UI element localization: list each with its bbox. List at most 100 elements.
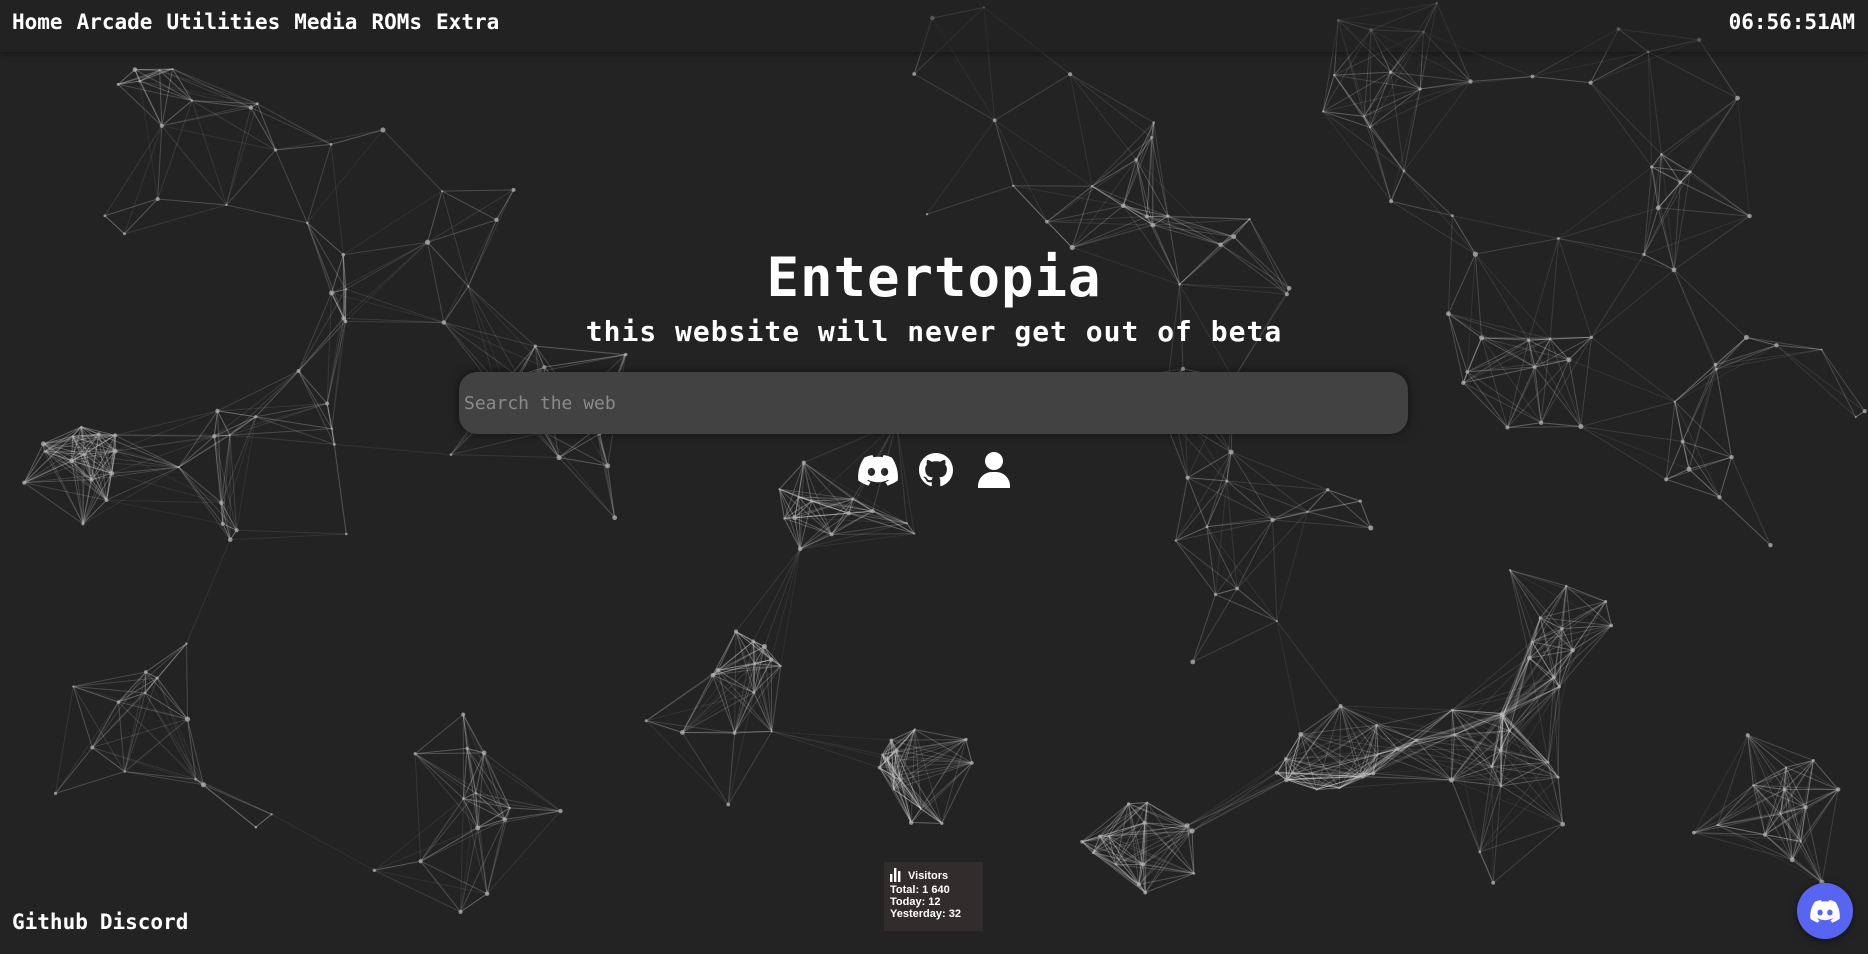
network-node xyxy=(1402,169,1406,173)
network-node xyxy=(1779,812,1782,816)
network-line xyxy=(1451,779,1563,825)
nav-extra-link[interactable]: Extra xyxy=(436,10,499,34)
network-node xyxy=(53,791,58,795)
network-node xyxy=(542,365,547,370)
footer-discord-link[interactable]: Discord xyxy=(100,910,189,934)
network-line xyxy=(156,677,204,786)
network-node xyxy=(1714,367,1718,371)
network-line xyxy=(450,454,560,459)
network-line xyxy=(92,747,125,772)
network-node xyxy=(144,670,148,674)
network-line xyxy=(1492,823,1563,884)
network-node xyxy=(484,891,490,896)
network-line xyxy=(727,732,736,805)
network-node xyxy=(1539,420,1544,425)
network-line xyxy=(414,753,479,829)
network-node xyxy=(1557,237,1560,240)
network-node xyxy=(1854,415,1857,418)
network-node xyxy=(1557,684,1561,689)
nav-arcade-link[interactable]: Arcade xyxy=(77,10,153,34)
nav-media-link[interactable]: Media xyxy=(294,10,357,34)
network-line xyxy=(1226,480,1308,513)
network-line xyxy=(1069,73,1154,123)
nav-home-link[interactable]: Home xyxy=(12,10,63,34)
network-node xyxy=(1270,517,1275,523)
network-line xyxy=(1327,489,1361,502)
network-line xyxy=(1340,705,1453,711)
network-line xyxy=(106,499,223,525)
page-subtitle: this website will never get out of beta xyxy=(585,315,1283,348)
footer-github-link[interactable]: Github xyxy=(12,910,88,934)
main-nav: Home Arcade Utilities Media ROMs Extra xyxy=(12,10,499,34)
network-line xyxy=(1206,526,1238,589)
network-node xyxy=(254,415,258,419)
network-line xyxy=(55,771,125,794)
discord-icon[interactable] xyxy=(858,450,898,490)
network-node xyxy=(778,488,781,491)
network-line xyxy=(913,73,995,121)
network-line xyxy=(1813,760,1839,790)
user-icon[interactable] xyxy=(974,450,1014,490)
network-line xyxy=(712,674,755,694)
network-node xyxy=(1114,863,1117,866)
network-line xyxy=(1693,734,1749,833)
network-node xyxy=(1508,569,1512,572)
search-input[interactable] xyxy=(459,372,1408,434)
network-node xyxy=(1752,784,1755,787)
network-node xyxy=(248,105,254,110)
network-line xyxy=(1666,456,1732,480)
network-line xyxy=(1661,97,1738,155)
network-node xyxy=(891,774,895,778)
network-node xyxy=(792,515,798,521)
network-line xyxy=(1541,422,1581,428)
network-node xyxy=(1835,787,1841,792)
network-node xyxy=(329,142,333,146)
network-node xyxy=(159,123,164,128)
network-node xyxy=(1560,627,1564,631)
network-line xyxy=(115,410,218,436)
network-node xyxy=(752,690,756,695)
network-node xyxy=(624,352,628,357)
network-line xyxy=(1737,98,1751,217)
network-node xyxy=(1713,362,1718,367)
github-icon[interactable] xyxy=(916,450,956,490)
discord-widget-button[interactable] xyxy=(1797,883,1853,939)
network-node xyxy=(1376,753,1380,756)
network-node xyxy=(508,806,512,810)
network-line xyxy=(145,671,188,720)
clock: 06:56:51AM xyxy=(1728,10,1855,34)
network-node xyxy=(113,448,118,454)
network-node xyxy=(215,408,220,414)
network-node xyxy=(330,427,334,430)
network-line xyxy=(334,443,451,456)
network-node xyxy=(969,760,974,765)
nav-roms-link[interactable]: ROMs xyxy=(371,10,422,34)
network-node xyxy=(751,639,756,644)
network-node xyxy=(418,859,423,864)
network-line xyxy=(994,73,1071,121)
network-line xyxy=(1452,215,1559,239)
network-line xyxy=(1532,76,1591,84)
network-line xyxy=(1191,779,1288,832)
network-node xyxy=(1678,180,1683,185)
network-node xyxy=(212,433,217,439)
network-node xyxy=(1499,712,1502,715)
visitor-yesterday: Yesterday: 32 xyxy=(890,908,961,920)
network-node xyxy=(40,441,46,447)
network-line xyxy=(1479,761,1549,853)
network-node xyxy=(441,190,444,193)
nav-utilities-link[interactable]: Utilities xyxy=(166,10,280,34)
network-line xyxy=(1688,456,1732,470)
social-links xyxy=(858,450,1014,490)
network-line xyxy=(645,720,729,805)
network-node xyxy=(1716,824,1719,827)
network-node xyxy=(913,532,916,535)
network-node xyxy=(605,463,611,469)
network-node xyxy=(494,217,499,223)
visitor-counter-widget[interactable]: Visitors Total: 1 640 Today: 12 Yesterda… xyxy=(884,862,983,931)
network-line xyxy=(1072,215,1169,248)
network-node xyxy=(228,434,231,437)
network-line xyxy=(123,125,163,234)
network-node xyxy=(22,480,27,485)
network-node xyxy=(1146,801,1149,804)
